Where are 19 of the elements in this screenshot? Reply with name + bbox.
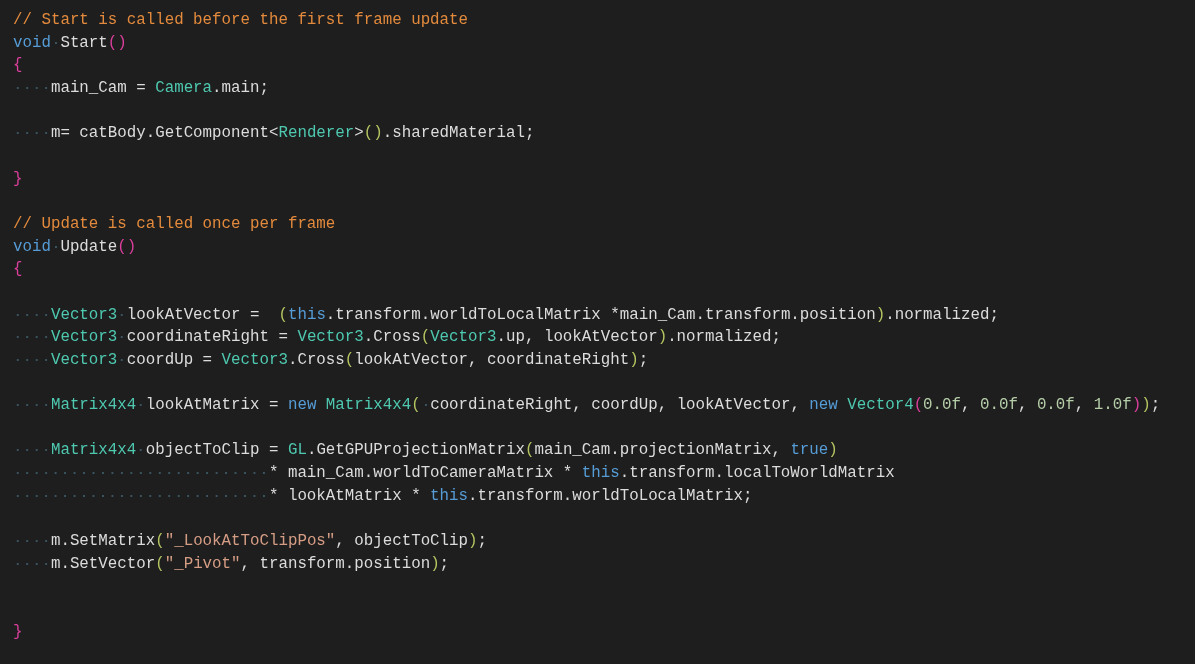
code-comment: // Start is called before the first frame update — [13, 10, 469, 31]
code-comment: // Update is called once per frame — [13, 213, 336, 235]
code-line: } — [13, 168, 23, 190]
code-line: main_Cam = Camera.main; — [13, 76, 269, 100]
code-line: m.SetMatrix("_LookAtToClipPos", objectToClip); — [13, 530, 487, 553]
code-line: { — [13, 259, 23, 281]
code-line: Vector3 lookAtVector = (this.transform.worldToLocalMatrix *main_Cam.transform.position).normalized; — [13, 303, 999, 327]
code-line: m= catBody.GetComponent<Renderer>().sharedMaterial; — [13, 122, 535, 145]
code-line: Vector3 coordinateRight = Vector3.Cross(Vector3.up, lookAtVector).normalized; — [13, 326, 781, 349]
code-line: Matrix4x4 objectToClip = GL.GetGPUProjectionMatrix(main_Cam.projectionMatrix, true) — [13, 439, 838, 463]
code-line: * main_Cam.worldToCameraMatrix * this.transform.localToWorldMatrix — [13, 462, 895, 485]
code-line: Vector3 coordUp = Vector3.Cross(lookAtVector, coordinateRight); — [13, 348, 649, 372]
code-line: { — [13, 55, 23, 77]
code-line: } — [13, 621, 23, 643]
code-line: void Start() — [13, 32, 127, 54]
code-line: * lookAtMatrix * this.transform.worldToLocalMatrix; — [13, 484, 753, 508]
code-line: Matrix4x4 lookAtMatrix = new Matrix4x4( coordinateRight, coordUp, lookAtVector, new Vector4(0.0f, 0.0f, 0.0f, 1.0f)); — [13, 394, 1161, 417]
code-line: m.SetVector("_Pivot", transform.position); — [13, 552, 450, 576]
code-line: void Update() — [13, 236, 137, 258]
